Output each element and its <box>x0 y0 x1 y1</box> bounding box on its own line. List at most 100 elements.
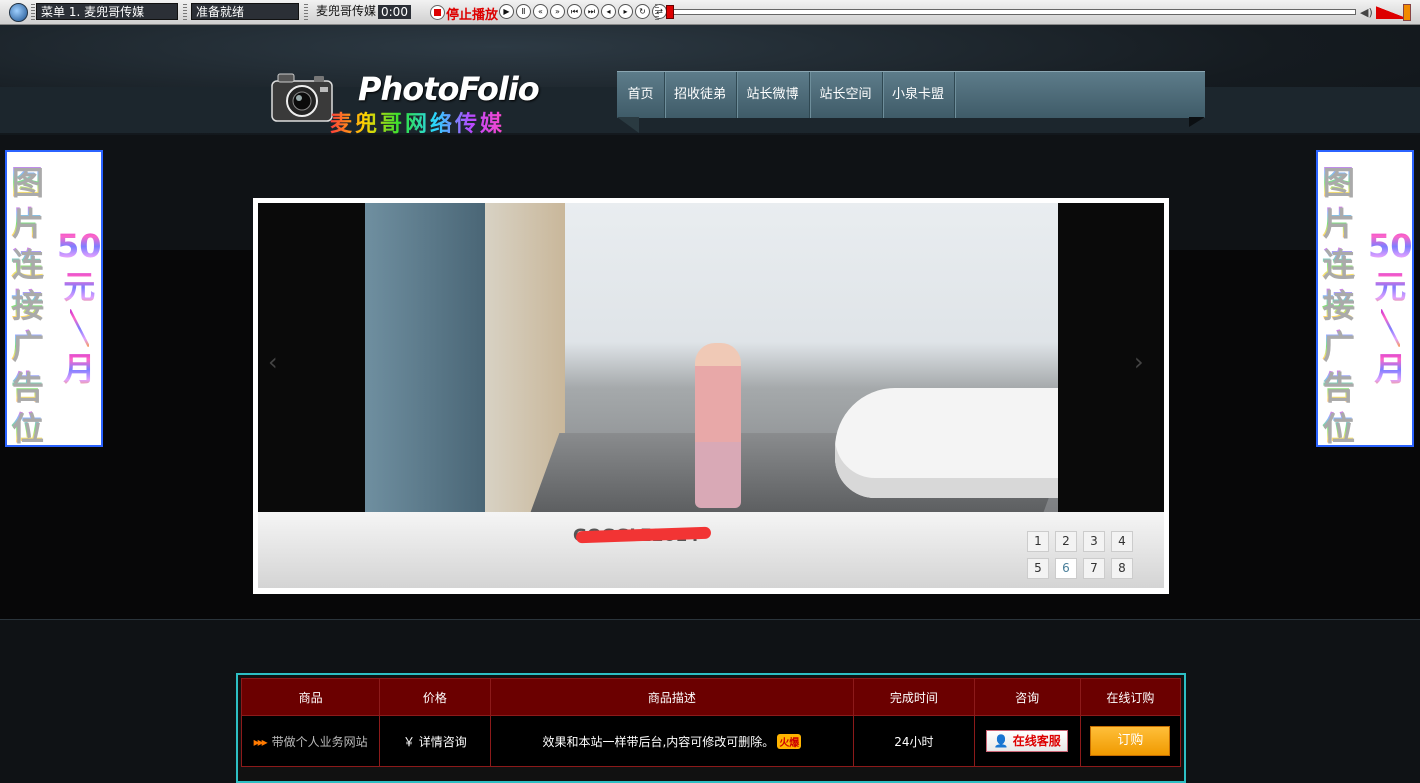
brand-name[interactable]: PhotoFolio <box>358 70 540 108</box>
time-cell: 24小时 <box>853 715 975 767</box>
price-cell: ￥ 详情咨询 <box>379 715 491 767</box>
player-track-name: 麦兜哥传媒 <box>316 4 377 18</box>
column-header: 完成时间 <box>853 678 975 716</box>
ad-char: 50 <box>57 227 102 265</box>
table-row: ▸▸▸ 带做个人业务网站 ￥ 详情咨询 效果和本站一样带后台,内容可修改可删除。火… <box>240 715 1182 767</box>
ad-char: 位 <box>11 409 44 447</box>
ad-char: 月 <box>1374 350 1407 388</box>
grip-icon <box>304 4 308 20</box>
product-table-wrap: 商品 价格 商品描述 完成时间 咨询 在线订购 ▸▸▸ 带做个人业务网站 ￥ 详情… <box>236 673 1186 783</box>
order-button[interactable]: 订购 <box>1090 726 1171 756</box>
page-button-8[interactable]: 8 <box>1111 558 1133 579</box>
nav-item-weibo[interactable]: 站长微博 <box>736 72 810 118</box>
page-button-4[interactable]: 4 <box>1111 531 1133 552</box>
person-icon: 👤 <box>993 734 1009 748</box>
ad-char: 50 <box>1368 227 1413 265</box>
ad-char: ╲ <box>1380 309 1400 347</box>
stop-button[interactable]: 停止播放 <box>446 4 498 23</box>
ad-price-col: 50 元 ╲ 月 <box>1368 226 1413 390</box>
ad-text-col: 图 片 连 接 广 告 位 <box>11 162 43 449</box>
column-header: 在线订购 <box>1079 678 1182 716</box>
ad-char: 接 <box>11 286 44 324</box>
ad-char: 位 <box>1322 409 1355 447</box>
nav-item-apprentice[interactable]: 招收徒弟 <box>664 72 737 118</box>
media-player-bar: 菜单 1. 麦兜哥传媒 准备就绪 麦兜哥传媒 0:00 停止播放 ▶ Ⅱ « »… <box>0 0 1420 25</box>
page-button-6[interactable]: 6 <box>1055 558 1077 579</box>
order-cell: 订购 <box>1079 715 1182 767</box>
nav-fold-decoration <box>1189 117 1205 127</box>
grip-icon <box>655 4 659 20</box>
photo-person <box>695 343 741 508</box>
ad-char: ╲ <box>69 309 89 347</box>
product-name[interactable]: 带做个人业务网站 <box>272 735 368 749</box>
page-button-1[interactable]: 1 <box>1027 531 1049 552</box>
brand-subtitle: 麦兜哥网络传媒 <box>330 106 505 138</box>
ad-char: 接 <box>1322 286 1355 324</box>
caption-bar: GOGGLE2014 1 2 3 4 5 6 7 8 <box>258 512 1164 588</box>
grip-icon <box>31 4 35 20</box>
forward-icon[interactable]: ▸ <box>618 4 633 19</box>
volume-thumb[interactable] <box>1403 4 1411 21</box>
column-header: 商品 <box>240 678 381 716</box>
ad-char: 广 <box>1322 327 1355 365</box>
ad-char: 元 <box>1374 268 1407 306</box>
ad-char: 广 <box>11 327 44 365</box>
prev-icon[interactable]: « <box>533 4 548 19</box>
rewind-icon[interactable]: ◂ <box>601 4 616 19</box>
online-service-button[interactable]: 👤 在线客服 <box>986 730 1069 752</box>
consult-cell: 👤 在线客服 <box>973 715 1081 767</box>
page-button-3[interactable]: 3 <box>1083 531 1105 552</box>
column-header: 咨询 <box>973 678 1081 716</box>
page-button-5[interactable]: 5 <box>1027 558 1049 579</box>
photo-building <box>365 203 565 512</box>
pause-icon[interactable]: Ⅱ <box>516 4 531 19</box>
left-ad-banner[interactable]: 图 片 连 接 广 告 位 50 元 ╲ 月 <box>5 150 103 447</box>
play-icon[interactable]: ▶ <box>499 4 514 19</box>
player-time: 0:00 <box>378 5 411 19</box>
ad-char: 告 <box>1322 368 1355 406</box>
ad-char: 片 <box>11 204 44 242</box>
loop-icon[interactable]: ↻ <box>635 4 650 19</box>
product-table: 商品 价格 商品描述 完成时间 咨询 在线订购 ▸▸▸ 带做个人业务网站 ￥ 详情… <box>240 678 1182 767</box>
ad-char: 片 <box>1322 204 1355 242</box>
nav-fold-decoration <box>617 117 639 133</box>
page-button-7[interactable]: 7 <box>1083 558 1105 579</box>
last-icon[interactable]: ⏭ <box>584 4 599 19</box>
next-arrow-icon[interactable]: › <box>1134 348 1144 376</box>
column-header: 商品描述 <box>489 678 855 716</box>
next-icon[interactable]: » <box>550 4 565 19</box>
player-controls: ▶ Ⅱ « » ⏮ ⏭ ◂ ▸ ↻ ⇄ <box>499 4 667 19</box>
description-cell: 效果和本站一样带后台,内容可修改可删除。 火爆 <box>489 715 855 767</box>
first-icon[interactable]: ⏮ <box>567 4 582 19</box>
prev-arrow-icon[interactable]: ‹ <box>268 348 278 376</box>
ad-char: 连 <box>1322 245 1355 283</box>
right-ad-banner[interactable]: 图 片 连 接 广 告 位 50 元 ╲ 月 <box>1316 150 1414 447</box>
stop-icon[interactable] <box>430 5 445 20</box>
nav-item-space[interactable]: 站长空间 <box>809 72 883 118</box>
slide-photo[interactable] <box>365 203 1058 512</box>
photo-car <box>835 388 1058 498</box>
slide-viewport: ‹ › <box>258 203 1164 512</box>
nav-item-home[interactable]: 首页 <box>617 72 665 118</box>
ad-char: 元 <box>63 268 96 306</box>
ad-char: 月 <box>63 350 96 388</box>
nav-item-kameng[interactable]: 小泉卡盟 <box>882 72 955 118</box>
ad-price-col: 50 元 ╲ 月 <box>57 226 102 390</box>
slide-pager: 1 2 3 4 5 6 7 8 <box>1027 531 1133 579</box>
grip-icon <box>183 4 187 20</box>
main-nav: 首页 招收徒弟 站长微博 站长空间 小泉卡盟 <box>617 71 1205 118</box>
ad-char: 图 <box>1322 163 1355 201</box>
progress-thumb[interactable] <box>666 5 674 19</box>
camera-logo-icon[interactable] <box>270 71 334 125</box>
player-logo-icon[interactable] <box>9 3 28 22</box>
progress-track[interactable] <box>666 9 1356 15</box>
product-cell: ▸▸▸ 带做个人业务网站 <box>240 715 381 767</box>
player-menu[interactable]: 菜单 1. 麦兜哥传媒 <box>36 3 178 20</box>
volume-icon[interactable]: ◀) <box>1360 6 1373 19</box>
ad-char: 图 <box>11 163 44 201</box>
player-status: 准备就绪 <box>191 3 299 20</box>
page-button-2[interactable]: 2 <box>1055 531 1077 552</box>
ad-text-col: 图 片 连 接 广 告 位 <box>1322 162 1354 449</box>
image-slider: ‹ › GOGGLE2014 1 2 3 4 5 6 7 8 <box>253 198 1169 594</box>
table-header-row: 商品 价格 商品描述 完成时间 咨询 在线订购 <box>240 678 1182 716</box>
